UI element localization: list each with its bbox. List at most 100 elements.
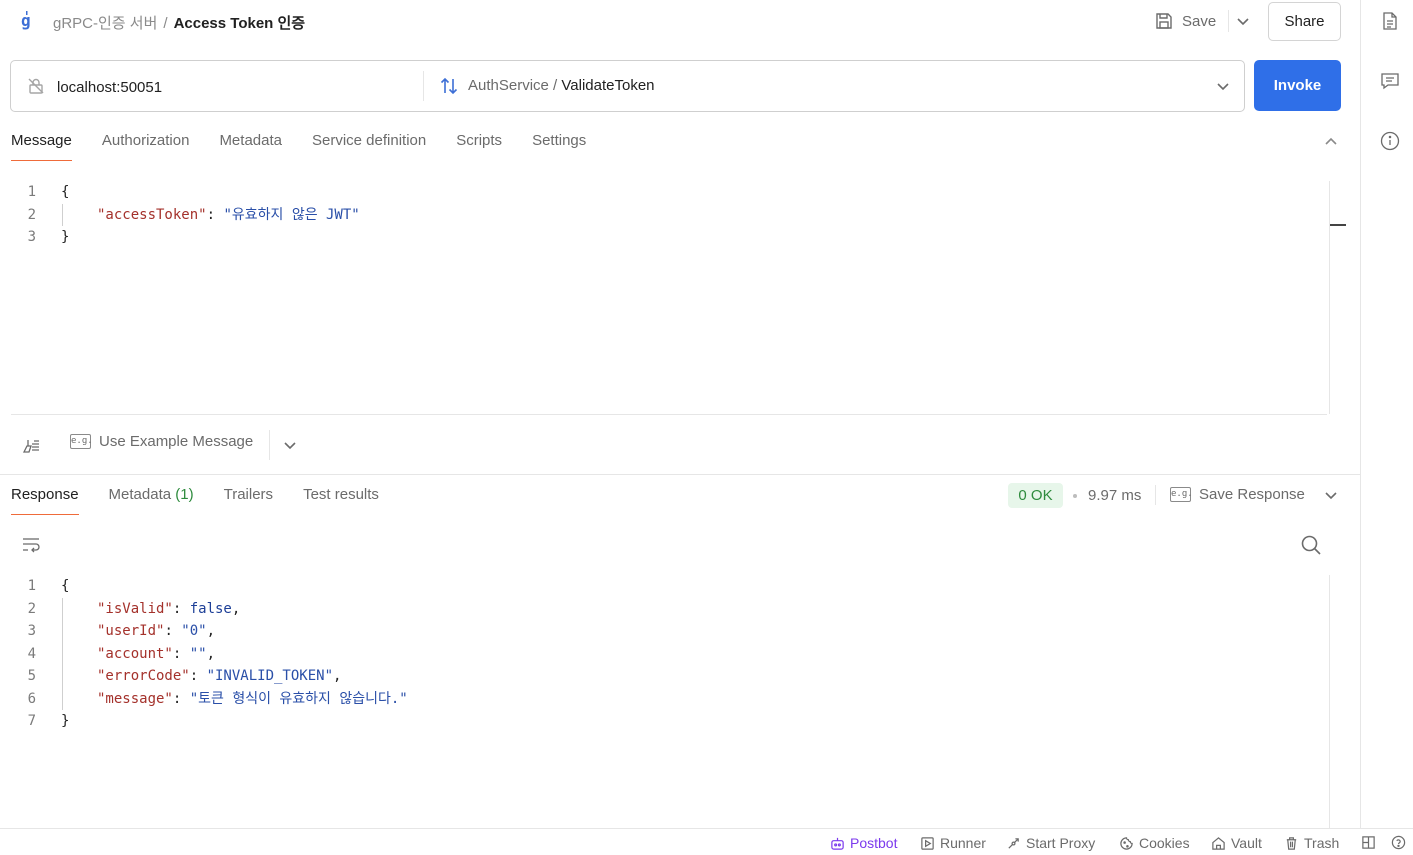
invoke-button[interactable]: Invoke — [1254, 60, 1341, 111]
method-selector[interactable]: AuthService / ValidateToken — [468, 77, 655, 94]
runner-icon — [921, 836, 934, 850]
save-options-chevron-down-icon[interactable] — [1234, 12, 1252, 30]
response-scrollbar[interactable] — [1329, 575, 1330, 828]
cookies-label: Cookies — [1139, 835, 1190, 851]
json-colon: : — [189, 668, 207, 684]
save-label: Save — [1182, 12, 1217, 30]
tab-authorization[interactable]: Authorization — [102, 130, 190, 161]
status-badge[interactable]: 0 OK — [1008, 483, 1063, 508]
response-tabs: Response Metadata (1) Trailers Test resu… — [11, 484, 379, 516]
clean-icon[interactable] — [21, 435, 41, 455]
save-response-chevron-down-icon[interactable] — [1322, 486, 1340, 504]
line-number: 5 — [27, 668, 36, 684]
use-example-message-button[interactable]: e.g. Use Example Message — [70, 433, 253, 450]
line-number: 2 — [27, 207, 36, 223]
cookies-button[interactable]: Cookies — [1119, 835, 1190, 851]
method-chevron-down-icon[interactable] — [1214, 77, 1232, 95]
response-time[interactable]: 9.97 ms — [1088, 487, 1141, 504]
search-icon[interactable] — [1300, 534, 1322, 556]
eg-icon: e.g. — [70, 434, 93, 449]
tab-label: Metadata — [108, 486, 172, 503]
save-divider — [1228, 10, 1229, 32]
wrap-lines-icon[interactable] — [21, 535, 41, 555]
start-proxy-button[interactable]: Start Proxy — [1006, 835, 1095, 851]
code-line: } — [61, 229, 70, 245]
request-header: g gRPC-인증 서버 / Access Token 인증 Save Share — [0, 0, 1360, 44]
json-value: "유효하지 않은 JWT" — [223, 207, 360, 223]
breadcrumb-collection[interactable]: gRPC-인증 서버 — [53, 15, 157, 32]
trash-button[interactable]: Trash — [1284, 835, 1339, 851]
runner-label: Runner — [940, 835, 986, 851]
server-url-input[interactable] — [57, 76, 417, 98]
document-icon[interactable] — [1380, 11, 1400, 31]
json-key: "userId" — [97, 623, 165, 639]
no-lock-icon[interactable] — [27, 77, 45, 95]
example-chevron-down-icon[interactable] — [281, 436, 299, 454]
line-number: 6 — [27, 691, 36, 707]
info-icon[interactable] — [1380, 131, 1400, 151]
save-response-label: Save Response — [1199, 486, 1305, 503]
tab-scripts[interactable]: Scripts — [456, 130, 502, 161]
line-number: 7 — [27, 713, 36, 729]
code-line: { — [61, 578, 70, 594]
code-line: "accessToken": "유효하지 않은 JWT" — [97, 204, 360, 226]
proxy-icon — [1008, 837, 1019, 849]
code-line: "userId": "0", — [97, 620, 215, 642]
collapse-chevron-up-icon[interactable] — [1322, 133, 1340, 151]
json-value: "" — [189, 646, 207, 662]
layout-icon[interactable] — [1361, 835, 1376, 850]
use-example-message-label: Use Example Message — [99, 433, 254, 450]
line-number: 4 — [27, 646, 36, 662]
json-colon: : — [172, 601, 190, 617]
tab-message[interactable]: Message — [11, 130, 72, 161]
tab-test-results[interactable]: Test results — [303, 484, 379, 515]
json-key: "message" — [97, 691, 173, 707]
trash-icon — [1286, 836, 1297, 850]
postbot-button[interactable]: Postbot — [830, 835, 897, 851]
metadata-count-badge: (1) — [175, 486, 194, 503]
tab-response-metadata[interactable]: Metadata (1) — [109, 484, 194, 515]
section-divider — [0, 474, 1360, 475]
tab-settings[interactable]: Settings — [532, 130, 586, 161]
json-key: "accessToken" — [97, 207, 207, 223]
postbot-label: Postbot — [850, 835, 898, 851]
json-comma: , — [231, 601, 241, 617]
comment-icon[interactable] — [1380, 71, 1400, 91]
vault-button[interactable]: Vault — [1211, 835, 1262, 851]
save-response-button[interactable]: e.g. Save Response — [1170, 486, 1305, 503]
json-key: "errorCode" — [97, 668, 190, 684]
breadcrumb-separator: / — [163, 15, 168, 32]
tab-trailers[interactable]: Trailers — [224, 484, 273, 515]
code-line: "account": "", — [97, 643, 215, 665]
status-bar: Postbot Runner Start Proxy Cookies Vault… — [0, 828, 1413, 855]
main-panel: g gRPC-인증 서버 / Access Token 인증 Save Share … — [0, 0, 1360, 828]
json-colon: : — [164, 623, 182, 639]
eg-icon: e.g. — [1170, 487, 1193, 502]
tab-metadata[interactable]: Metadata — [219, 130, 282, 161]
code-line: "isValid": false, — [97, 598, 240, 620]
vault-label: Vault — [1231, 835, 1262, 851]
message-toolbar: e.g. Use Example Message — [0, 428, 1360, 462]
share-button[interactable]: Share — [1268, 2, 1341, 41]
dot-separator — [1073, 494, 1077, 498]
tab-service-definition[interactable]: Service definition — [312, 130, 426, 161]
editor-scrollbar[interactable] — [1329, 181, 1330, 414]
code-line: "message": "토큰 형식이 유효하지 않습니다." — [97, 688, 408, 710]
vault-icon — [1212, 836, 1225, 850]
cookie-icon — [1120, 836, 1133, 850]
url-divider — [423, 71, 424, 101]
json-value: false — [189, 601, 232, 617]
request-title[interactable]: Access Token 인증 — [174, 15, 306, 32]
code-line: { — [61, 184, 70, 200]
method-separator: / — [548, 77, 562, 94]
save-button[interactable]: Save — [1154, 8, 1216, 34]
scrollbar-thumb[interactable] — [1330, 224, 1346, 226]
tab-response[interactable]: Response — [11, 484, 79, 515]
svg-text:g: g — [21, 11, 31, 30]
postbot-icon — [831, 837, 844, 850]
help-icon[interactable] — [1391, 835, 1406, 850]
save-icon — [1156, 13, 1172, 29]
runner-button[interactable]: Runner — [920, 835, 986, 851]
request-tabs: Message Authorization Metadata Service d… — [11, 130, 586, 162]
method-name: ValidateToken — [561, 77, 655, 94]
